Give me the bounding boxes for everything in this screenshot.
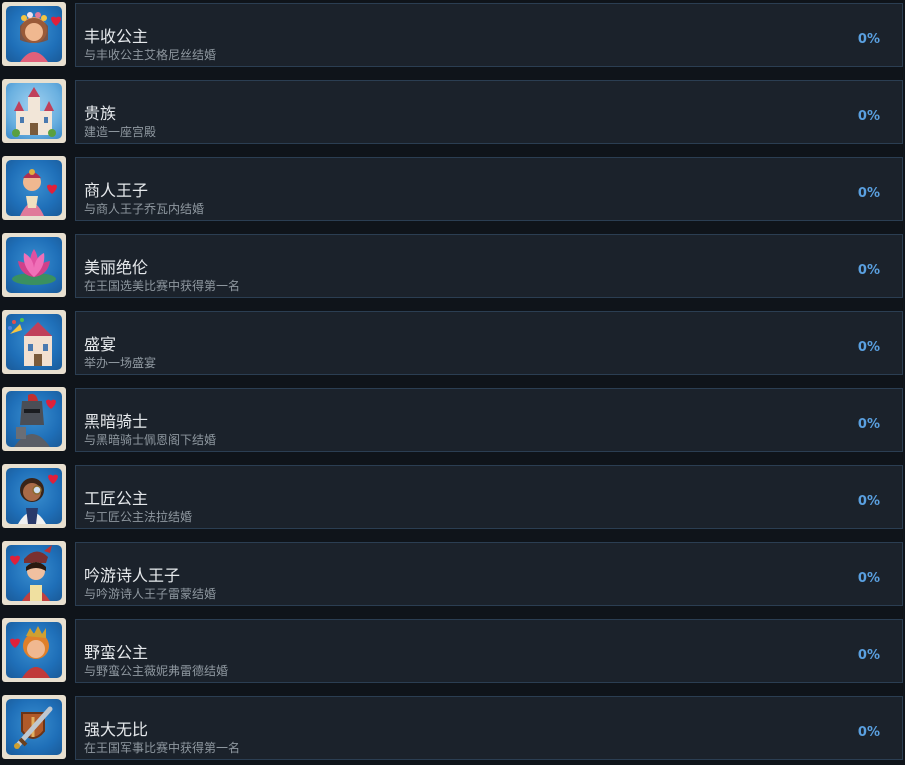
achievement-panel: 工匠公主 与工匠公主法拉结婚 0% [75,465,903,529]
unlock-percentage: 0% [857,263,880,278]
achievement-title: 商人王子 [84,181,149,200]
achievement-title: 丰收公主 [84,27,149,46]
achievement-panel: 商人王子 与商人王子乔瓦内结婚 0% [75,157,903,221]
feast-castle-icon [2,310,66,374]
unlock-percentage: 0% [857,571,880,586]
achievement-title: 黑暗骑士 [84,412,149,431]
achievement-description: 与商人王子乔瓦内结婚 [84,202,205,216]
achievement-row[interactable]: 吟游诗人王子 与吟游诗人王子雷蒙结婚 0% [0,541,905,608]
sword-shield-icon [2,695,66,759]
achievement-description: 在王国军事比赛中获得第一名 [84,741,241,755]
achievement-panel: 强大无比 在王国军事比赛中获得第一名 0% [75,696,903,760]
achievement-row[interactable]: 丰收公主 与丰收公主艾格尼丝结婚 0% [0,2,905,69]
achievement-title: 强大无比 [84,720,149,739]
achievement-row[interactable]: 野蛮公主 与野蛮公主薇妮弗雷德结婚 0% [0,618,905,685]
unlock-percentage: 0% [857,417,880,432]
achievement-panel: 吟游诗人王子 与吟游诗人王子雷蒙结婚 0% [75,542,903,606]
achievement-description: 在王国选美比赛中获得第一名 [84,279,241,293]
achievement-row[interactable]: 盛宴 举办一场盛宴 0% [0,310,905,377]
achievement-panel: 贵族 建造一座宫殿 0% [75,80,903,144]
bard-prince-icon [2,541,66,605]
achievement-title: 野蛮公主 [84,643,149,662]
achievement-panel: 盛宴 举办一场盛宴 0% [75,311,903,375]
achievement-panel: 黑暗骑士 与黑暗骑士佩恩阁下结婚 0% [75,388,903,452]
unlock-percentage: 0% [857,32,880,47]
achievement-row[interactable]: 贵族 建造一座宫殿 0% [0,79,905,146]
merchant-prince-icon [2,156,66,220]
craftsman-princess-icon [2,464,66,528]
achievement-list: 丰收公主 与丰收公主艾格尼丝结婚 0% 贵族 建造一座宫殿 0% 商人王子 与商… [0,0,905,765]
harvest-princess-icon [2,2,66,66]
achievement-description: 与丰收公主艾格尼丝结婚 [84,48,217,62]
palace-icon [2,79,66,143]
achievement-description: 举办一场盛宴 [84,356,157,370]
achievement-row[interactable]: 美丽绝伦 在王国选美比赛中获得第一名 0% [0,233,905,300]
unlock-percentage: 0% [857,186,880,201]
unlock-percentage: 0% [857,494,880,509]
achievement-description: 与工匠公主法拉结婚 [84,510,193,524]
unlock-percentage: 0% [857,725,880,740]
achievement-panel: 美丽绝伦 在王国选美比赛中获得第一名 0% [75,234,903,298]
achievement-description: 与黑暗骑士佩恩阁下结婚 [84,433,217,447]
achievement-title: 工匠公主 [84,489,149,508]
achievement-row[interactable]: 商人王子 与商人王子乔瓦内结婚 0% [0,156,905,223]
achievement-description: 与吟游诗人王子雷蒙结婚 [84,587,217,601]
achievement-panel: 野蛮公主 与野蛮公主薇妮弗雷德结婚 0% [75,619,903,683]
lotus-flower-icon [2,233,66,297]
dark-knight-icon [2,387,66,451]
achievement-description: 建造一座宫殿 [84,125,157,139]
achievement-description: 与野蛮公主薇妮弗雷德结婚 [84,664,229,678]
achievement-title: 盛宴 [84,335,117,354]
achievement-title: 吟游诗人王子 [84,566,181,585]
unlock-percentage: 0% [857,340,880,355]
unlock-percentage: 0% [857,109,880,124]
achievement-panel: 丰收公主 与丰收公主艾格尼丝结婚 0% [75,3,903,67]
achievement-title: 贵族 [84,104,117,123]
barbarian-princess-icon [2,618,66,682]
achievement-row[interactable]: 工匠公主 与工匠公主法拉结婚 0% [0,464,905,531]
achievement-row[interactable]: 强大无比 在王国军事比赛中获得第一名 0% [0,695,905,762]
achievement-title: 美丽绝伦 [84,258,149,277]
unlock-percentage: 0% [857,648,880,663]
achievement-row[interactable]: 黑暗骑士 与黑暗骑士佩恩阁下结婚 0% [0,387,905,454]
